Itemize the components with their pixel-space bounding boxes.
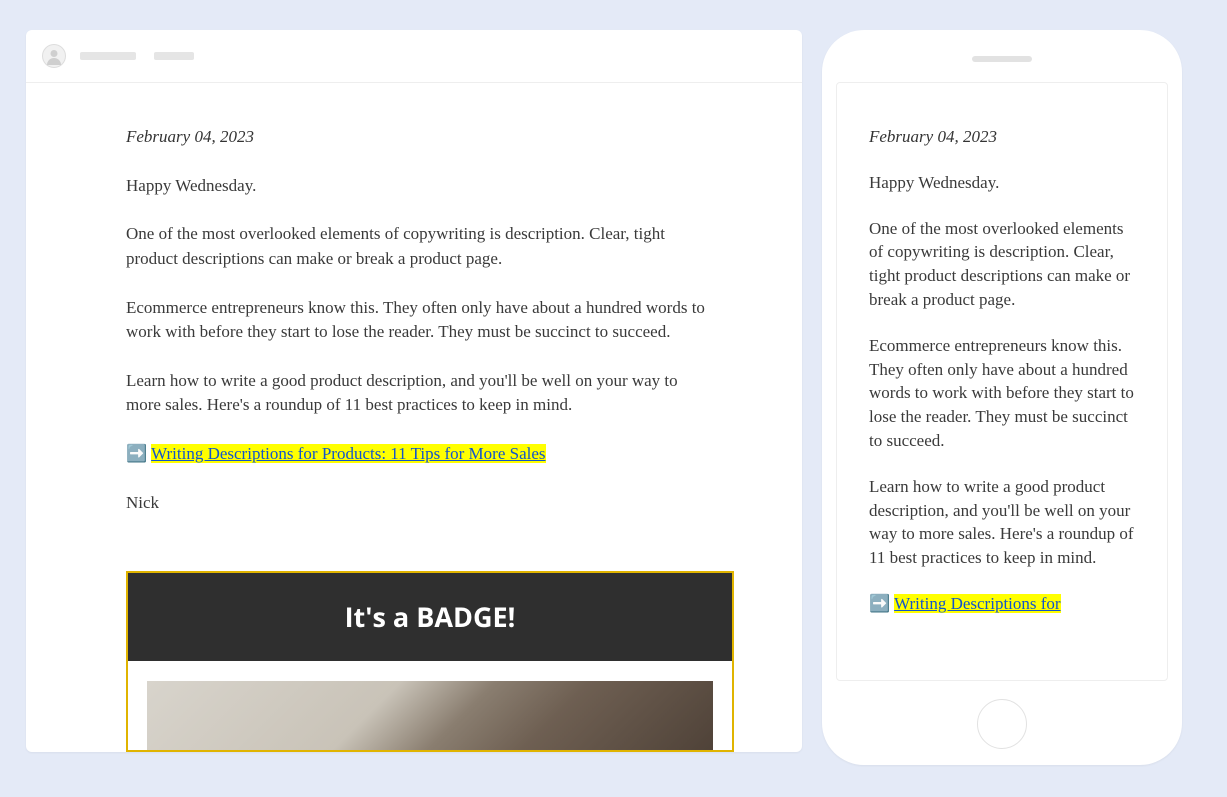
skeleton-line (154, 52, 194, 60)
email-greeting: Happy Wednesday. (126, 174, 706, 199)
email-paragraph: Ecommerce entrepreneurs know this. They … (869, 334, 1139, 453)
phone-speaker-icon (972, 56, 1032, 62)
email-date: February 04, 2023 (126, 125, 706, 150)
email-paragraph: Learn how to write a good product descri… (126, 369, 706, 418)
skeleton-line (80, 52, 136, 60)
home-button[interactable] (977, 699, 1027, 749)
article-link[interactable]: Writing Descriptions for (894, 594, 1060, 613)
badge-box: It's a BADGE! (126, 571, 734, 751)
email-link-line: ➡️ Writing Descriptions for Products: 11… (126, 442, 706, 467)
avatar-icon (42, 44, 66, 68)
email-paragraph: One of the most overlooked elements of c… (126, 222, 706, 271)
mobile-preview: February 04, 2023 Happy Wednesday. One o… (822, 30, 1182, 765)
arrow-right-icon: ➡️ (126, 444, 147, 463)
phone-screen: February 04, 2023 Happy Wednesday. One o… (836, 82, 1168, 681)
email-paragraph: Ecommerce entrepreneurs know this. They … (126, 296, 706, 345)
email-date: February 04, 2023 (869, 125, 1139, 149)
email-paragraph: Learn how to write a good product descri… (869, 475, 1139, 570)
preview-header (26, 30, 802, 83)
arrow-right-icon: ➡️ (869, 594, 890, 613)
desktop-preview: February 04, 2023 Happy Wednesday. One o… (26, 30, 802, 752)
badge-image (147, 681, 713, 750)
email-body: February 04, 2023 Happy Wednesday. One o… (26, 83, 802, 752)
email-greeting: Happy Wednesday. (869, 171, 1139, 195)
badge-title: It's a BADGE! (128, 573, 732, 660)
email-signoff: Nick (126, 491, 706, 516)
article-link[interactable]: Writing Descriptions for Products: 11 Ti… (151, 444, 545, 463)
email-body-mobile: February 04, 2023 Happy Wednesday. One o… (837, 83, 1167, 680)
email-link-line: ➡️ Writing Descriptions for (869, 592, 1139, 616)
email-paragraph: One of the most overlooked elements of c… (869, 217, 1139, 312)
